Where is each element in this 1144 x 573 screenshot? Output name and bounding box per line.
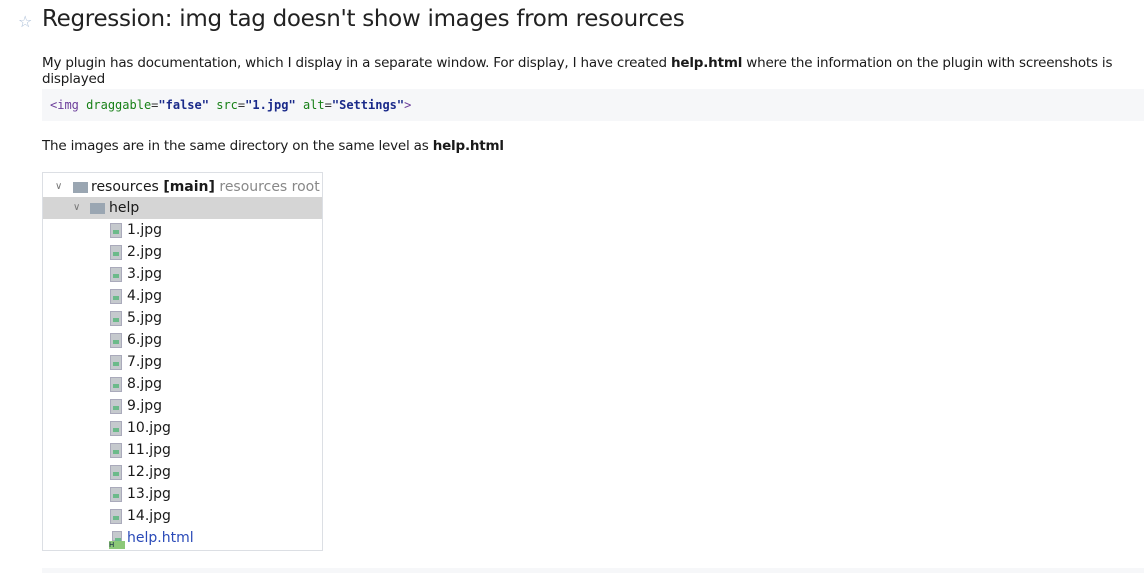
project-tree-screenshot: ∨ resources [main] resources root ∨ help… bbox=[42, 172, 323, 551]
tree-row-file[interactable]: 13.jpg bbox=[43, 483, 322, 505]
module-label: [main] bbox=[163, 179, 215, 195]
tree-row-resources[interactable]: ∨ resources [main] resources root bbox=[43, 176, 322, 198]
tree-label: 13.jpg bbox=[127, 486, 171, 502]
tree-label: 8.jpg bbox=[127, 376, 163, 392]
tree-label: 1.jpg bbox=[127, 222, 163, 238]
tree-label: 12.jpg bbox=[127, 464, 171, 480]
code-attr: alt bbox=[302, 98, 325, 112]
code-block: <img draggable="false" src="1.jpg" alt="… bbox=[42, 89, 1144, 121]
tree-label: 10.jpg bbox=[127, 420, 171, 436]
tree-label: 6.jpg bbox=[127, 332, 163, 348]
image-file-icon bbox=[110, 289, 122, 304]
paragraph-images: The images are in the same directory on … bbox=[42, 138, 504, 154]
tree-row-file[interactable]: 5.jpg bbox=[43, 307, 322, 329]
image-file-icon bbox=[110, 377, 122, 392]
paragraph-intro: My plugin has documentation, which I dis… bbox=[42, 55, 1144, 87]
tree-row-file[interactable]: 8.jpg bbox=[43, 373, 322, 395]
image-file-icon bbox=[110, 311, 122, 326]
image-file-icon bbox=[110, 355, 122, 370]
tree-label: 9.jpg bbox=[127, 398, 163, 414]
tree-label: help.html bbox=[127, 530, 194, 546]
chevron-down-icon[interactable]: ∨ bbox=[55, 176, 62, 198]
tree-row-file[interactable]: 9.jpg bbox=[43, 395, 322, 417]
tree-label: help bbox=[109, 200, 140, 216]
code-value: "false" bbox=[158, 98, 209, 112]
image-file-icon bbox=[110, 399, 122, 414]
html-file-icon bbox=[112, 531, 122, 542]
tree-row-file[interactable]: 12.jpg bbox=[43, 461, 322, 483]
code-tag: <img bbox=[50, 98, 79, 112]
tree-row-file[interactable]: 7.jpg bbox=[43, 351, 322, 373]
image-file-icon bbox=[110, 223, 122, 238]
tree-row-file[interactable]: 4.jpg bbox=[43, 285, 322, 307]
tree-row-file[interactable]: 6.jpg bbox=[43, 329, 322, 351]
code-value: "Settings" bbox=[331, 98, 405, 112]
image-file-icon bbox=[110, 487, 122, 502]
code-attr: src bbox=[216, 98, 238, 112]
tree-row-file[interactable]: 3.jpg bbox=[43, 263, 322, 285]
tree-label: 5.jpg bbox=[127, 310, 163, 326]
tree-label: 11.jpg bbox=[127, 442, 171, 458]
page-title: Regression: img tag doesn't show images … bbox=[42, 6, 685, 32]
tree-label: 3.jpg bbox=[127, 266, 163, 282]
code-attr: draggable bbox=[86, 98, 152, 112]
image-file-icon bbox=[110, 267, 122, 282]
text: The images are in the same directory on … bbox=[42, 138, 433, 154]
image-file-icon bbox=[110, 509, 122, 524]
html-badge: H bbox=[109, 541, 125, 549]
tree-row-file[interactable]: 10.jpg bbox=[43, 417, 322, 439]
tree-row-file[interactable]: 2.jpg bbox=[43, 241, 322, 263]
tree-label: 4.jpg bbox=[127, 288, 163, 304]
resources-folder-icon bbox=[73, 182, 88, 193]
image-file-icon bbox=[110, 443, 122, 458]
code-value: "1.jpg" bbox=[245, 98, 296, 112]
image-file-icon bbox=[110, 421, 122, 436]
tree-label: 7.jpg bbox=[127, 354, 163, 370]
divider bbox=[42, 568, 1144, 573]
tree-label: 2.jpg bbox=[127, 244, 163, 260]
tree-row-file[interactable]: 11.jpg bbox=[43, 439, 322, 461]
tree-row-help[interactable]: ∨ help bbox=[43, 197, 322, 219]
tree-row-html[interactable]: Hhelp.html bbox=[43, 527, 322, 549]
chevron-down-icon[interactable]: ∨ bbox=[73, 197, 80, 219]
star-icon[interactable]: ☆ bbox=[18, 12, 32, 31]
text: My plugin has documentation, which I dis… bbox=[42, 55, 671, 71]
tree-label: 14.jpg bbox=[127, 508, 171, 524]
tree-row-file[interactable]: 1.jpg bbox=[43, 219, 322, 241]
bold-text: help.html bbox=[671, 55, 743, 71]
tree-row-file[interactable]: 14.jpg bbox=[43, 505, 322, 527]
image-file-icon bbox=[110, 333, 122, 348]
bold-text: help.html bbox=[432, 138, 504, 154]
image-file-icon bbox=[110, 245, 122, 260]
folder-icon bbox=[90, 203, 105, 214]
root-hint: resources root bbox=[219, 179, 320, 195]
code-tag: > bbox=[404, 98, 412, 112]
image-file-icon bbox=[110, 465, 122, 480]
tree-label: resources bbox=[91, 179, 159, 195]
